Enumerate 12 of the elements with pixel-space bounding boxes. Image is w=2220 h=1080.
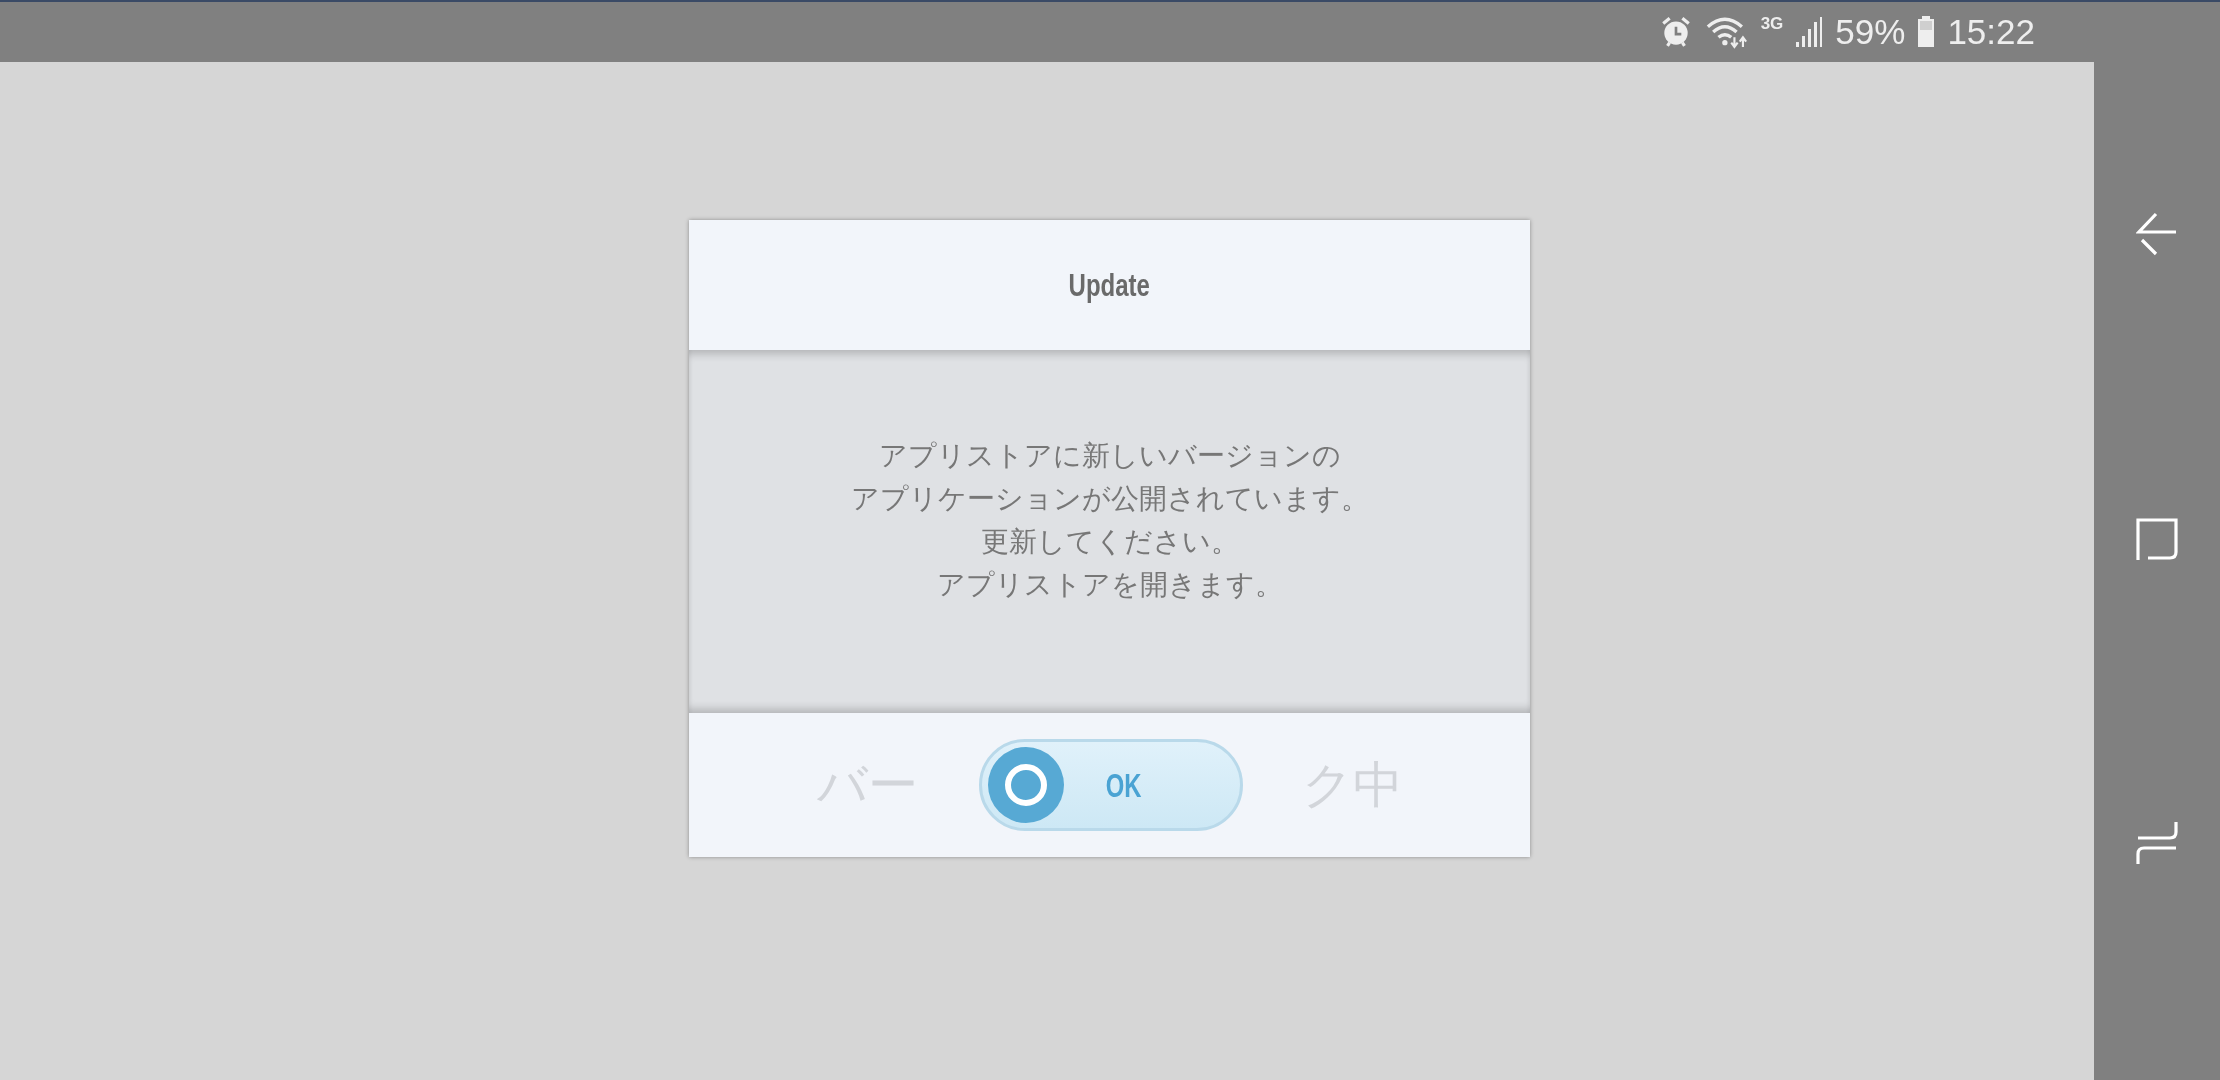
network-type: 3G [1760, 14, 1784, 34]
wifi-icon [1704, 15, 1749, 49]
dialog-title: Update [1068, 266, 1151, 304]
signal-icon [1795, 16, 1824, 48]
recent-apps-icon[interactable] [2136, 820, 2178, 866]
dialog-message: アプリストアに新しいバージョンの アプリケーションが公開されています。 更新してください。 アプリストアを開きます。 [850, 437, 1369, 603]
home-icon[interactable] [2136, 516, 2178, 562]
battery-percentage: 59% [1835, 12, 1906, 52]
battery-icon [1917, 16, 1936, 48]
clock-time: 15:22 [1947, 12, 2035, 52]
back-icon[interactable] [2136, 212, 2178, 258]
ok-button[interactable]: OK [979, 739, 1243, 831]
